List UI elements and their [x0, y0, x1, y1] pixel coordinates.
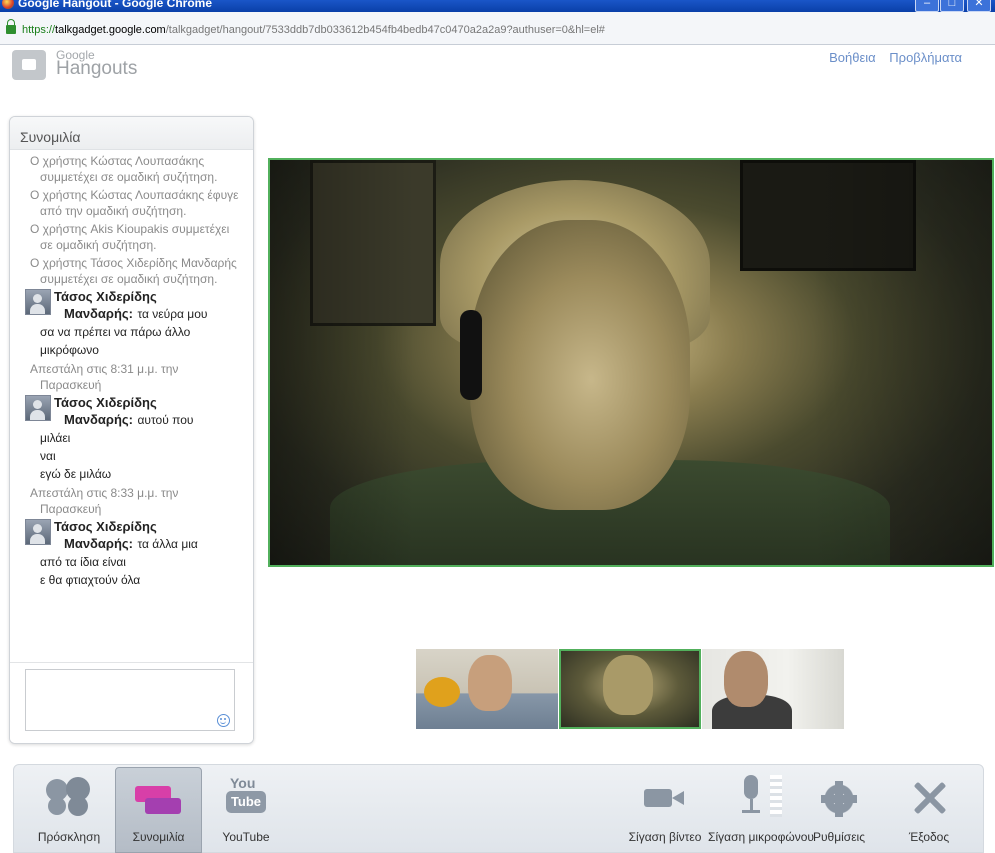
avatar	[25, 519, 51, 545]
mute-video-button[interactable]: Σίγαση βίντεο	[620, 765, 710, 852]
chat-input[interactable]	[25, 669, 235, 731]
chat-panel-header: Συνομιλία	[10, 117, 253, 150]
url-scheme: https://	[22, 24, 56, 36]
participant-face	[468, 655, 512, 711]
chrome-icon	[2, 0, 14, 9]
system-message: Ο χρήστης Κώστας Λουπασάκης έφυγε από τη…	[30, 188, 239, 218]
close-icon	[912, 781, 946, 815]
system-message: Ο χρήστης Akis Kioupakis συμμετέχει σε ο…	[30, 222, 230, 252]
participant-face	[724, 651, 768, 707]
avatar	[25, 395, 51, 421]
window-titlebar: Google Hangout - Google Chrome ‒ □ ✕	[0, 0, 995, 12]
sender-name: Τάσος Χιδερίδης	[54, 519, 157, 534]
main-video[interactable]	[268, 158, 994, 567]
url-path: /talkgadget/hangout/7533ddb7db033612b454…	[165, 24, 605, 36]
message-timestamp: Απεστάλη στις 8:33 μ.μ. την Παρασκευή	[30, 486, 179, 516]
logo-hangouts-text: Hangouts	[56, 58, 138, 79]
url-text[interactable]: https://talkgadget.google.com/talkgadget…	[22, 24, 605, 36]
youtube-button[interactable]: You Tube YouTube	[204, 765, 288, 852]
window-title: Google Hangout - Google Chrome	[18, 0, 212, 10]
chat-message: Τάσος Χιδερίδης Μανδαρής: τα νεύρα μου σ…	[10, 289, 253, 359]
avatar	[25, 289, 51, 315]
mic-capsule	[744, 775, 758, 799]
microphone-icon	[736, 775, 786, 817]
minimize-button[interactable]: ‒	[915, 0, 939, 12]
url-host: talkgadget.google.com	[55, 24, 166, 36]
message-text: σα να πρέπει να πάρω άλλο μικρόφωνο	[40, 325, 191, 357]
chat-input-area	[10, 662, 253, 743]
chat-label: Συνομιλία	[132, 830, 185, 844]
people-icon	[46, 777, 92, 813]
problems-link[interactable]: Προβλήματα	[889, 50, 962, 65]
close-window-button[interactable]: ✕	[967, 0, 991, 12]
message-text: ναι	[40, 449, 56, 463]
sender-name-cont: Μανδαρής:	[64, 536, 133, 551]
help-link[interactable]: Βοήθεια	[829, 50, 876, 65]
message-text: ε θα φτιαχτούν όλα	[40, 573, 141, 587]
message-text: από τα ίδια είναι	[40, 555, 126, 569]
youtube-label: YouTube	[222, 830, 270, 844]
chat-panel: Συνομιλία Ο χρήστης Κώστας Λουπασάκης συ…	[9, 116, 254, 744]
video-camera-icon	[644, 783, 686, 817]
youtube-tube-text: Tube	[226, 791, 266, 813]
sender-name: Τάσος Χιδερίδης	[54, 289, 157, 304]
message-timestamp: Απεστάλη στις 8:31 μ.μ. την Παρασκευή	[30, 362, 179, 392]
hangouts-logo-icon	[12, 50, 46, 80]
gear-icon	[821, 781, 857, 817]
toy-bear	[424, 677, 460, 707]
message-text: μιλάει	[40, 431, 71, 445]
mute-video-label: Σίγαση βίντεο	[628, 830, 702, 844]
settings-label: Ρυθμίσεις	[812, 830, 866, 844]
exit-button[interactable]: Έξοδος	[889, 765, 969, 852]
mic-base	[742, 810, 760, 813]
participant-thumbnail[interactable]	[416, 649, 558, 729]
lock-icon	[6, 19, 16, 34]
bottom-toolbar: Πρόσκληση Συνομιλία You Tube YouTube Σίγ…	[13, 764, 984, 853]
mic-level-meter	[770, 775, 782, 817]
chat-panel-title: Συνομιλία	[20, 129, 81, 145]
invite-button[interactable]: Πρόσκληση	[26, 765, 112, 852]
system-message: Ο χρήστης Τάσος Χιδερίδης Μανδαρής συμμε…	[30, 256, 237, 286]
invite-label: Πρόσκληση	[37, 830, 101, 844]
participant-thumbnail[interactable]	[702, 649, 844, 729]
address-bar[interactable]: https://talkgadget.google.com/talkgadget…	[0, 12, 995, 45]
chat-bubbles-icon	[134, 786, 183, 816]
message-text: τα νεύρα μου	[137, 307, 208, 321]
video-shading	[270, 160, 992, 565]
message-text: εγώ δε μιλάω	[40, 467, 112, 481]
maximize-button[interactable]: □	[940, 0, 964, 12]
system-message: Ο χρήστης Κώστας Λουπασάκης συμμετέχει σ…	[30, 154, 218, 184]
chat-messages[interactable]: Ο χρήστης Κώστας Λουπασάκης συμμετέχει σ…	[10, 153, 253, 591]
sender-name: Τάσος Χιδερίδης	[54, 395, 157, 410]
youtube-you-text: You	[230, 775, 256, 791]
message-text: αυτού που	[137, 413, 194, 427]
participant-thumbnail-active[interactable]	[559, 649, 701, 729]
emoji-icon[interactable]	[217, 714, 230, 727]
message-text: τα άλλα μια	[137, 537, 198, 551]
participant-thumbnails	[416, 649, 844, 729]
sender-name-cont: Μανδαρής:	[64, 306, 133, 321]
sender-name-cont: Μανδαρής:	[64, 412, 133, 427]
settings-button[interactable]: Ρυθμίσεις	[799, 765, 879, 852]
chat-button[interactable]: Συνομιλία	[115, 767, 202, 853]
top-links: Βοήθεια Προβλήματα	[819, 50, 962, 65]
chat-message: Τάσος Χιδερίδης Μανδαρής: τα άλλα μια απ…	[10, 519, 253, 589]
chat-message: Τάσος Χιδερίδης Μανδαρής: αυτού που μιλά…	[10, 395, 253, 483]
exit-label: Έξοδος	[908, 830, 950, 844]
participant-face	[603, 655, 653, 715]
youtube-icon: You Tube	[226, 775, 266, 815]
